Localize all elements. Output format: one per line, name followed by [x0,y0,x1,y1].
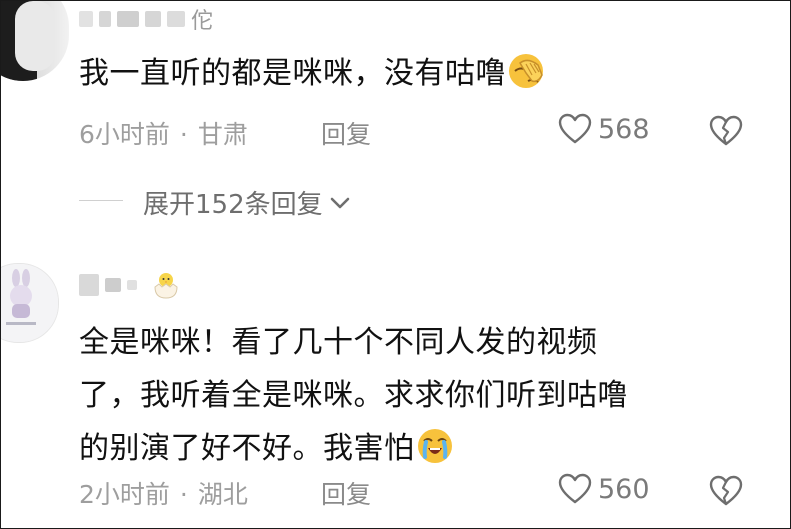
reply-button[interactable]: 回复 [321,475,371,511]
comment-text: 全是咪咪！看了几十个不同人发的视频 了，我听着全是咪咪。求求你们听到咕噜 的别演… [79,316,628,475]
comment-line-3-text: 的别演了好不好。我害怕 [79,431,415,466]
expand-replies-button[interactable]: 展开152条回复 [143,184,351,221]
facepalm-emoji-icon [509,54,543,88]
broken-heart-icon [709,115,743,146]
location: 湖北 [197,480,248,509]
username-text: 佗 [191,9,214,34]
expand-divider [79,200,123,201]
comment-section: 佗 我一直听的都是咪咪，没有咕噜 6小时前 · 甘肃 回复 568 展开152条回复 [0,0,791,529]
meta-separator: · [179,120,188,149]
like-count: 568 [598,113,650,145]
comment-line-2: 了，我听着全是咪咪。求求你们听到咕噜 [79,378,628,413]
broken-heart-icon [709,475,743,506]
heart-icon [558,473,592,504]
dislike-button[interactable] [709,475,743,511]
timestamp: 6小时前 [79,120,170,149]
timestamp: 2小时前 [79,480,170,509]
username-redacted[interactable] [79,269,182,301]
meta-separator: · [179,480,188,509]
chevron-down-icon [330,197,349,208]
like-button[interactable]: 560 [558,473,650,505]
hatching-chick-badge-icon [154,273,178,299]
comment-meta: 6小时前 · 甘肃 [79,115,248,151]
expand-replies-label: 展开152条回复 [143,190,323,220]
avatar[interactable] [1,263,59,343]
comment-body: 我一直听的都是咪咪，没有咕噜 [79,56,506,91]
location: 甘肃 [197,120,248,149]
comment-text: 我一直听的都是咪咪，没有咕噜 [79,47,546,100]
avatar[interactable] [1,1,69,81]
comment-meta: 2小时前 · 湖北 [79,475,248,511]
reply-button[interactable]: 回复 [321,115,371,151]
dislike-button[interactable] [709,115,743,151]
comment-line-3: 的别演了好不好。我害怕 [79,422,628,475]
bunny-avatar-icon [1,264,58,342]
username-redacted[interactable]: 佗 [79,3,213,35]
heart-icon [558,113,592,144]
like-count: 560 [598,473,650,505]
comment-line-1: 全是咪咪！看了几十个不同人发的视频 [79,325,598,360]
like-button[interactable]: 568 [558,113,650,145]
crying-face-emoji-icon [417,429,452,463]
